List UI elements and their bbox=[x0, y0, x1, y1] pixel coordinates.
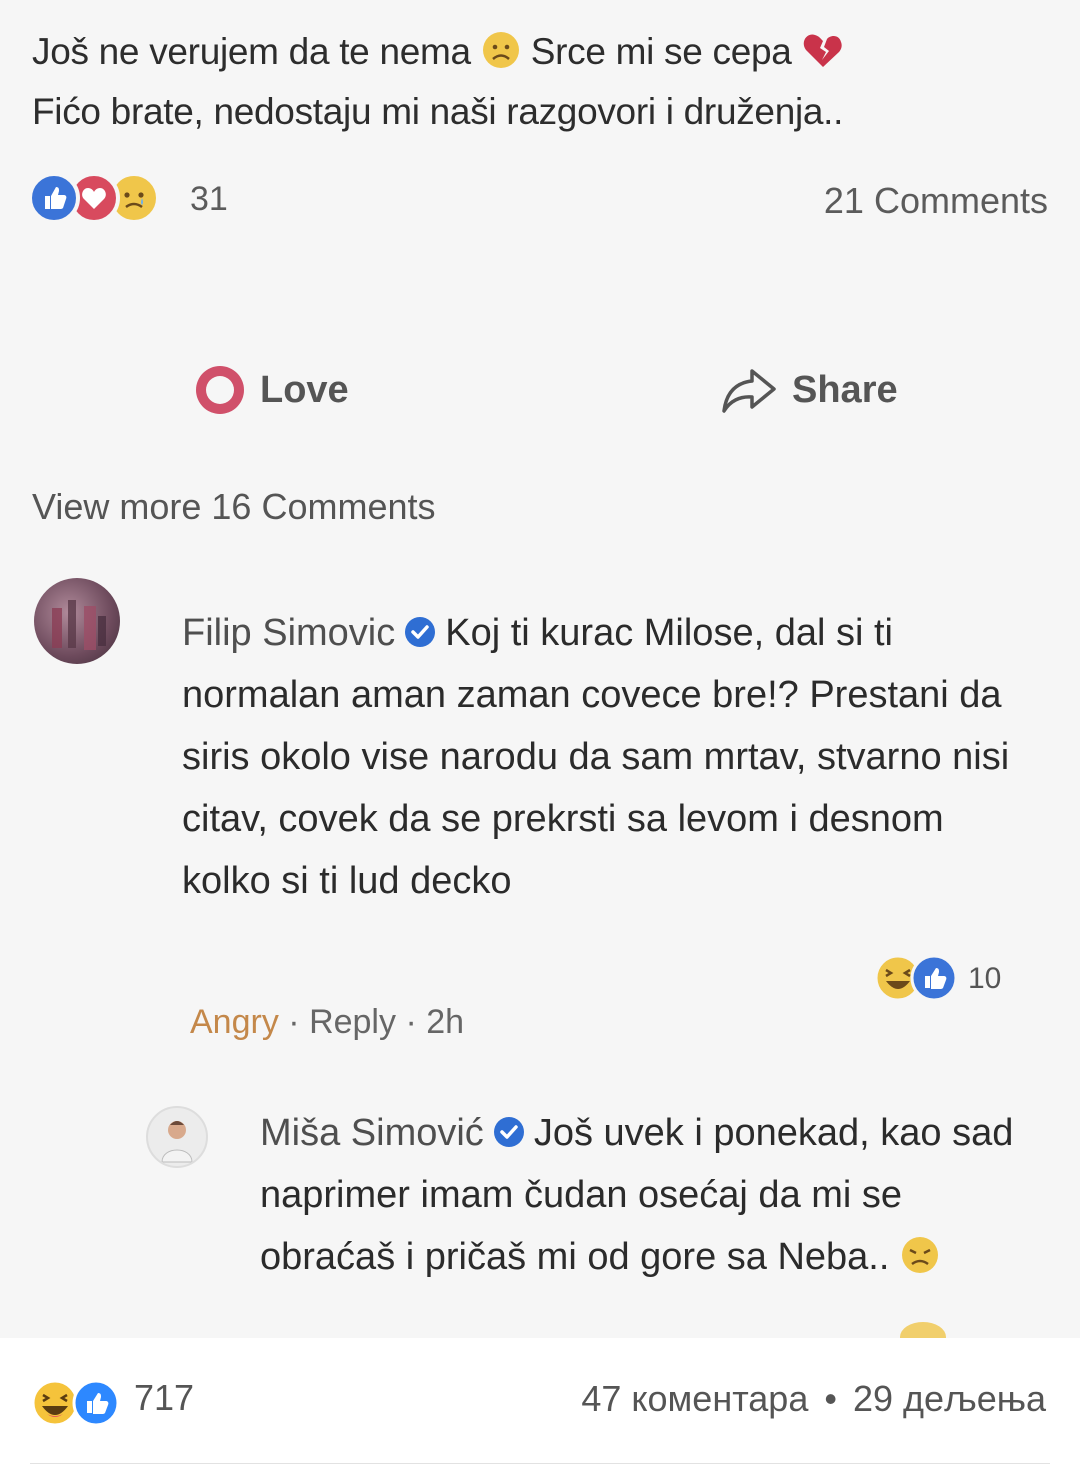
footer-reaction-icons[interactable] bbox=[30, 1378, 130, 1427]
comment-author-filip[interactable]: Filip Simovic bbox=[182, 612, 395, 654]
like-reaction-icon bbox=[28, 172, 80, 224]
footer-shares-link[interactable]: 29 дељења bbox=[853, 1378, 1046, 1419]
comment-meta-filip: Angry · Reply · 2h bbox=[190, 1003, 465, 1041]
verified-badge-icon bbox=[405, 617, 436, 647]
persevering-emoji-icon bbox=[901, 1237, 938, 1273]
post-line1-a: Još ne verujem da te nema bbox=[32, 31, 471, 72]
post-line2: Fićo brate, nedostaju mi naši razgovori … bbox=[32, 91, 844, 132]
comment-misa: Miša Simović Još uvek i ponekad, kao sad … bbox=[260, 1102, 1020, 1288]
share-button-label: Share bbox=[792, 368, 898, 411]
share-button[interactable]: Share bbox=[720, 360, 898, 420]
haha-like-reaction-icons bbox=[874, 954, 958, 1002]
verified-badge-icon bbox=[493, 1117, 524, 1147]
reply-link[interactable]: Reply bbox=[309, 1003, 396, 1041]
post-text: Još ne verujem da te nema Srce mi se cep… bbox=[32, 22, 1042, 142]
avatar-filip[interactable] bbox=[34, 578, 120, 664]
footer-stats: 47 коментара • 29 дељења bbox=[581, 1378, 1046, 1420]
comment-reaction-count-filip: 10 bbox=[968, 962, 1002, 995]
post-reactions-row: 31 21 Comments bbox=[28, 170, 1048, 230]
comment-filip: Filip Simovic Koj ti kurac Milose, dal si… bbox=[182, 602, 1022, 912]
comment-time: 2h bbox=[426, 1003, 465, 1041]
broken-heart-icon bbox=[803, 34, 842, 67]
comments-count-link[interactable]: 21 Comments bbox=[824, 180, 1048, 222]
view-more-comments-link[interactable]: View more 16 Comments bbox=[32, 486, 436, 528]
partial-reaction-icon bbox=[900, 1322, 946, 1338]
sad-emoji-icon bbox=[482, 32, 519, 68]
footer-reaction-count[interactable]: 717 bbox=[134, 1377, 194, 1419]
share-icon bbox=[722, 369, 776, 413]
love-button[interactable]: Love bbox=[194, 360, 349, 420]
comment-reactions-filip[interactable] bbox=[874, 952, 958, 1002]
love-outline-icon bbox=[196, 366, 244, 414]
reaction-count: 31 bbox=[190, 180, 228, 218]
footer-divider bbox=[30, 1463, 1050, 1464]
love-button-label: Love bbox=[260, 368, 349, 411]
avatar-misa[interactable] bbox=[146, 1106, 208, 1168]
footer-separator: • bbox=[824, 1378, 837, 1419]
post-line1-b: Srce mi se cepa bbox=[530, 31, 792, 72]
comment-text-filip: Koj ti kurac Milose, dal si ti normalan … bbox=[182, 612, 1010, 902]
comment-author-misa[interactable]: Miša Simović bbox=[260, 1112, 484, 1154]
footer-comments-link[interactable]: 47 коментара bbox=[581, 1378, 808, 1419]
haha-like-reaction-icons bbox=[31, 1379, 120, 1427]
angry-reaction-link[interactable]: Angry bbox=[190, 1003, 279, 1041]
screenshot-image: Još ne verujem da te nema Srce mi se cep… bbox=[0, 0, 1080, 1338]
